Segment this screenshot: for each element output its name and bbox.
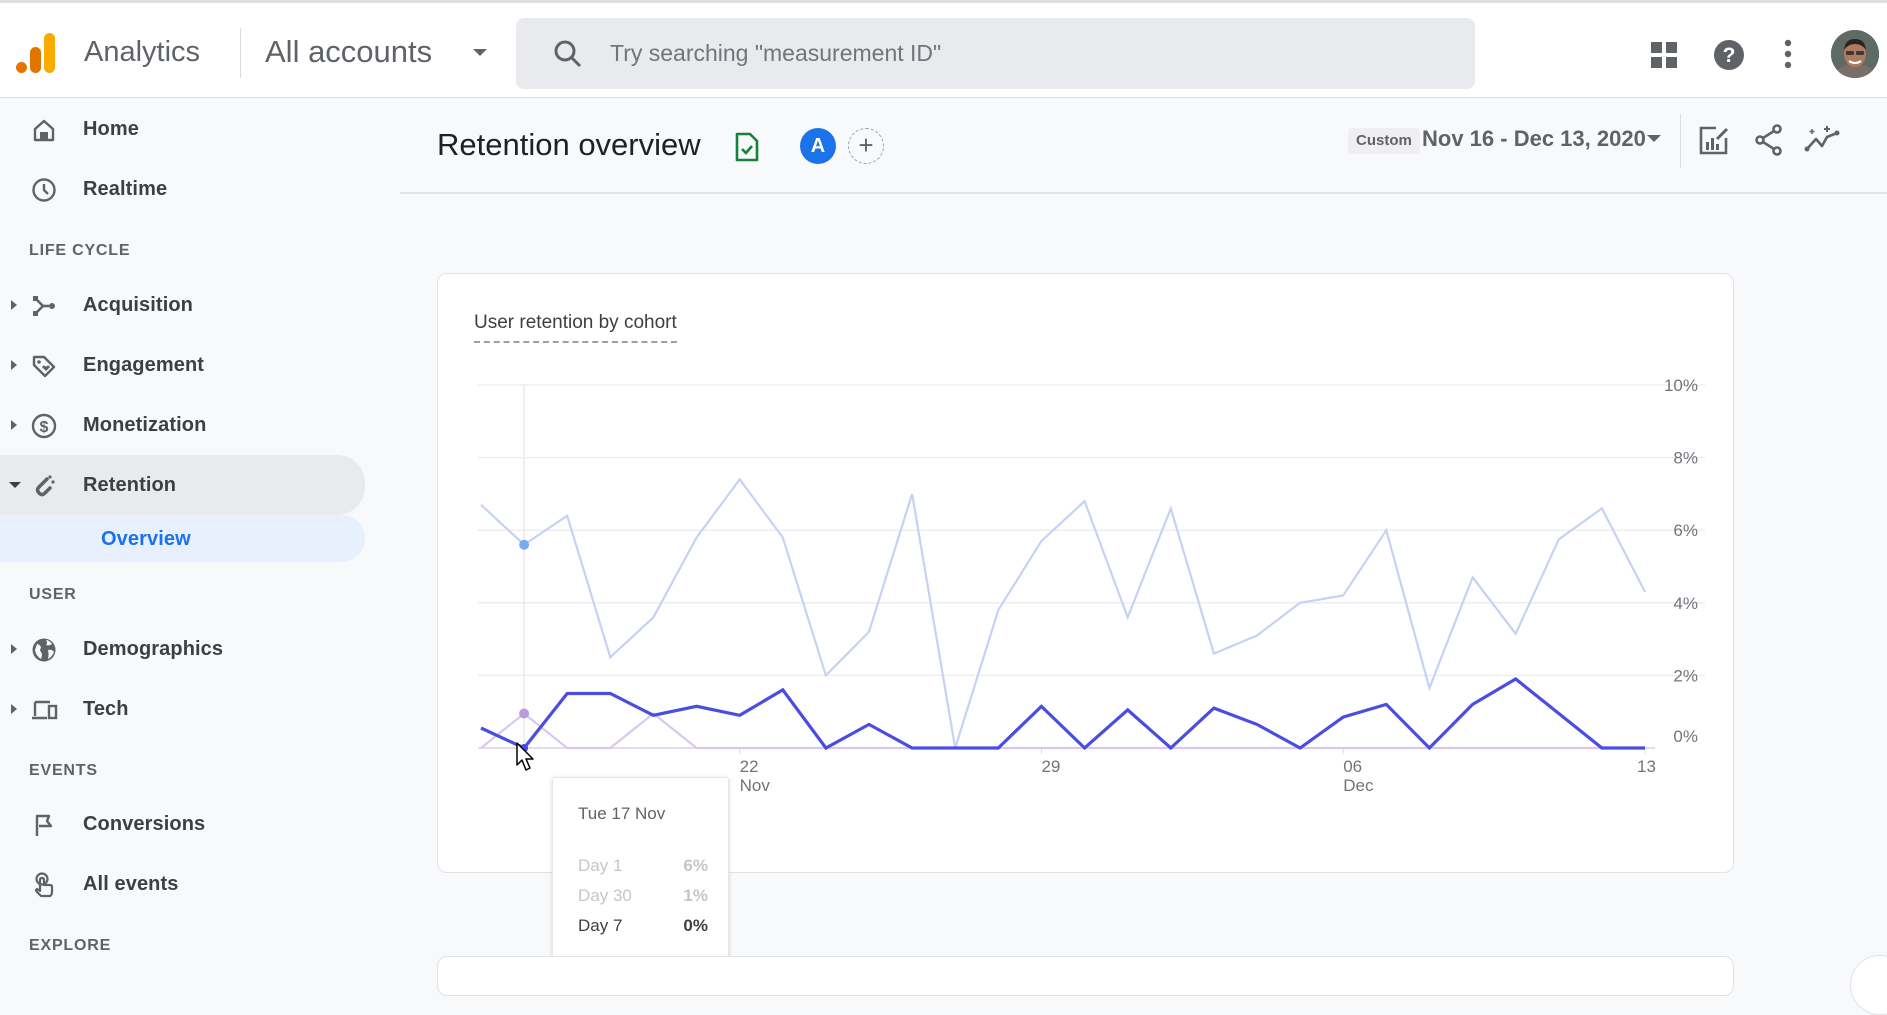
collapse-arrow-icon[interactable] — [9, 482, 21, 488]
tooltip-label: Day 7 — [578, 916, 623, 935]
analytics-logo-icon[interactable] — [14, 31, 58, 75]
floating-action-button[interactable] — [1850, 955, 1887, 1015]
search-icon — [554, 40, 582, 68]
search-input[interactable] — [610, 32, 1430, 74]
user-photo-icon — [1831, 30, 1879, 78]
tooltip-label: Day 30 — [578, 886, 632, 905]
expand-arrow-icon[interactable] — [11, 420, 17, 430]
expand-arrow-icon[interactable] — [11, 360, 17, 370]
sidebar-item-demographics[interactable]: Demographics — [0, 621, 365, 677]
tooltip-row-day7: Day 7 0% — [578, 916, 708, 936]
sidebar-item-label: Acquisition — [83, 294, 193, 316]
header-divider-line — [400, 192, 1887, 194]
sidebar-item-label: Overview — [101, 528, 191, 550]
sidebar-item-home[interactable]: Home — [0, 101, 365, 157]
sidebar-item-label: Realtime — [83, 178, 168, 200]
sidebar-item-label: Conversions — [83, 813, 206, 835]
mouse-cursor-icon — [516, 742, 534, 771]
chevron-down-icon[interactable] — [473, 49, 487, 56]
chart-tooltip: Tue 17 Nov Day 1 6% Day 30 1% Day 7 0% — [552, 777, 729, 977]
sidebar-nav: Home Realtime LIFE CYCLE Acquisition Eng… — [0, 98, 370, 966]
toolbar-divider — [1680, 114, 1681, 168]
insights-icon[interactable] — [1804, 124, 1840, 156]
help-icon[interactable]: ? — [1713, 39, 1745, 71]
sidebar-item-tech[interactable]: Tech — [0, 681, 365, 737]
next-card — [437, 956, 1734, 996]
tooltip-value: 6% — [683, 856, 708, 875]
tooltip-row-day30: Day 30 1% — [578, 886, 708, 906]
globe-icon — [32, 638, 56, 662]
expand-arrow-icon[interactable] — [11, 644, 17, 654]
magnet-icon — [35, 475, 55, 497]
sidebar-item-all-events[interactable]: All events — [0, 856, 365, 912]
sidebar-item-acquisition[interactable]: Acquisition — [0, 277, 365, 333]
sidebar-item-label: Engagement — [83, 354, 205, 376]
sidebar-item-label: Retention — [83, 474, 177, 496]
account-selector[interactable]: All accounts — [265, 34, 432, 70]
home-icon — [33, 119, 55, 142]
add-comparison-button[interactable]: + — [848, 128, 884, 164]
card-title[interactable]: User retention by cohort — [474, 312, 677, 343]
svg-text:$: $ — [40, 419, 49, 436]
sidebar-item-realtime[interactable]: Realtime — [0, 161, 365, 217]
sidebar-item-retention-overview[interactable]: Overview — [0, 515, 365, 562]
report-status-icon[interactable] — [734, 132, 760, 162]
top-bar: Analytics All accounts ? — [0, 0, 1887, 98]
customize-report-icon[interactable] — [1698, 124, 1730, 156]
clock-icon — [32, 178, 56, 202]
share-icon[interactable] — [1754, 124, 1784, 156]
tooltip-label: Day 1 — [578, 856, 623, 875]
sidebar-item-label: Demographics — [83, 638, 224, 660]
section-heading-life-cycle: LIFE CYCLE — [29, 242, 131, 259]
app-name: Analytics — [84, 36, 201, 68]
account-avatar[interactable] — [1831, 30, 1879, 78]
section-heading-events: EVENTS — [29, 762, 98, 779]
tag-icon — [32, 355, 56, 378]
sidebar-item-retention[interactable]: Retention — [0, 455, 365, 515]
more-vert-icon[interactable] — [1782, 39, 1794, 69]
svg-text:?: ? — [1723, 44, 1736, 67]
flag-icon — [35, 814, 53, 836]
page-title: Retention overview — [437, 127, 701, 162]
tooltip-row-day1: Day 1 6% — [578, 856, 708, 876]
sidebar-item-engagement[interactable]: Engagement — [0, 337, 365, 393]
expand-arrow-icon[interactable] — [11, 704, 17, 714]
comparison-avatar[interactable]: A — [800, 128, 836, 164]
header-divider — [240, 28, 241, 78]
apps-icon[interactable] — [1651, 42, 1677, 68]
expand-arrow-icon[interactable] — [11, 300, 17, 310]
touch-icon — [34, 872, 54, 898]
section-heading-explore: EXPLORE — [29, 937, 112, 954]
devices-icon — [32, 700, 58, 720]
date-range-selector[interactable]: Nov 16 - Dec 13, 2020 — [1422, 126, 1646, 152]
section-heading-user: USER — [29, 586, 77, 603]
sidebar-item-label: Monetization — [83, 414, 207, 436]
sidebar-item-conversions[interactable]: Conversions — [0, 796, 365, 852]
sidebar-item-label: All events — [83, 873, 179, 895]
date-preset-chip[interactable]: Custom — [1348, 128, 1420, 154]
search-bar[interactable] — [516, 18, 1475, 89]
sidebar-item-label: Tech — [83, 698, 129, 720]
tooltip-value: 1% — [683, 886, 708, 905]
tooltip-value: 0% — [683, 916, 708, 935]
sidebar-item-monetization[interactable]: $ Monetization — [0, 397, 365, 453]
sidebar-item-label: Home — [83, 118, 139, 140]
dollar-icon: $ — [31, 413, 57, 439]
tooltip-date: Tue 17 Nov — [578, 804, 666, 823]
chevron-down-icon[interactable] — [1647, 135, 1661, 142]
acquisition-icon — [33, 296, 55, 316]
